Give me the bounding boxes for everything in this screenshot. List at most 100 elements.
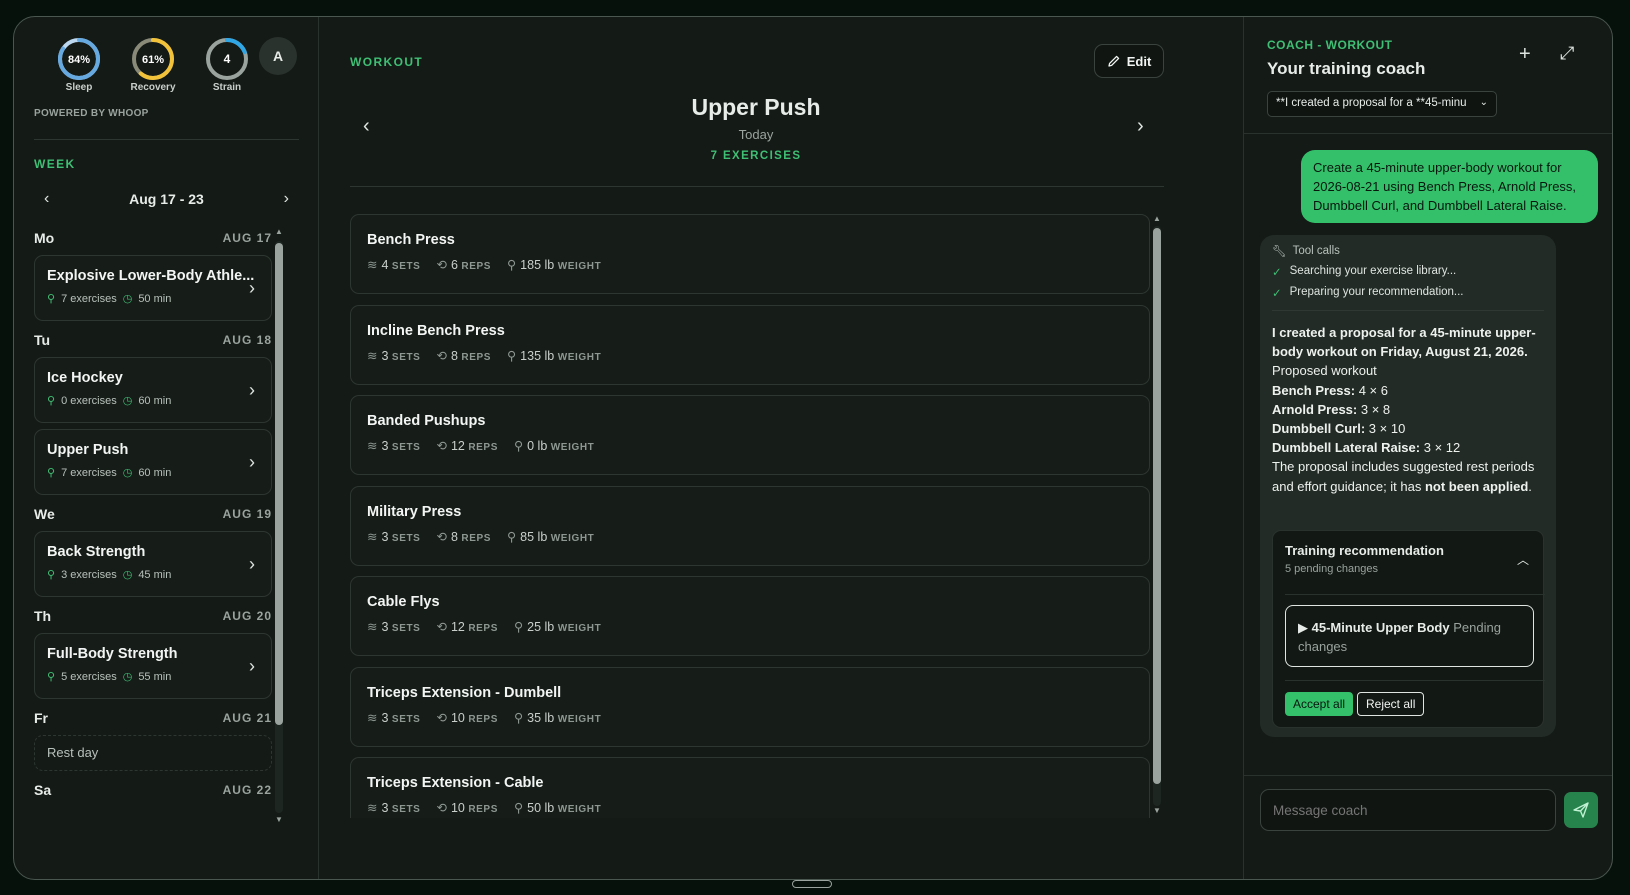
weight-value: 85 lb [520, 529, 548, 544]
reps-unit: REPS [461, 351, 492, 363]
tool-call-item: ✓ Searching your exercise library... [1272, 265, 1544, 279]
training-recommendation: Training recommendation 5 pending change… [1272, 530, 1545, 728]
exercise-scrollbar[interactable]: ▲ ▼ [1151, 214, 1163, 818]
avatar[interactable]: A [259, 37, 297, 75]
day-date: AUG 19 [222, 507, 272, 521]
workout-card[interactable]: Upper Push ⚲ 7 exercises ◷ 60 min › [34, 429, 272, 495]
message-input[interactable] [1260, 789, 1556, 831]
powered-by: POWERED BY WHOOP [34, 108, 149, 119]
reps-value: 12 [450, 620, 465, 634]
workout-card[interactable]: Explosive Lower-Body Athle... ⚲ 7 exerci… [34, 255, 272, 321]
exercise-card[interactable]: Banded Pushups ≋ 3 SETS ⟲ 12 REPS ⚲ 0 lb WEIGH… [350, 395, 1150, 475]
scroll-thumb[interactable] [1153, 228, 1161, 784]
exercise-card[interactable]: Incline Bench Press ≋ 3 SETS ⟲ 8 REPS ⚲ 135 lb… [350, 304, 1150, 385]
sidebar-scrollbar[interactable]: ▲ ▼ [274, 227, 284, 827]
chevron-up-icon[interactable]: ︿ [1517, 551, 1529, 568]
workout-card-title: Upper Push [47, 442, 129, 458]
weight-stat: ⚲ 50 lb WEIGHT [514, 800, 601, 815]
repeat-icon: ⟲ [436, 801, 447, 815]
exercise-count: 3 exercises [61, 568, 117, 581]
workout-card[interactable]: Back Strength ⚲ 3 exercises ◷ 45 min › [34, 531, 272, 597]
scroll-down-icon[interactable]: ▼ [1151, 806, 1163, 815]
proposal-sets: 3 × 12 [1423, 440, 1461, 456]
workout-card[interactable]: Ice Hockey ⚲ 0 exercises ◷ 60 min › [34, 357, 272, 423]
divider [1244, 133, 1612, 134]
workout-card-meta: ⚲ 5 exercises ◷ 55 min [47, 670, 271, 684]
send-button[interactable] [1564, 792, 1598, 828]
scroll-down-icon[interactable]: ▼ [274, 815, 284, 824]
day-date: AUG 22 [222, 783, 272, 797]
proposal-exercise: Arnold Press: [1272, 401, 1358, 417]
weight-stat: ⚲ 0 lb WEIGHT [514, 438, 594, 453]
check-icon: ✓ [1272, 267, 1282, 279]
tool-call-item: ✓ Preparing your recommendation... [1272, 286, 1544, 300]
sets-value: 3 [381, 439, 389, 453]
chevron-down-icon: ⌄ [1479, 97, 1488, 108]
edit-button[interactable]: Edit [1094, 44, 1164, 78]
recovery-ring: 61% [132, 38, 174, 80]
scroll-up-icon[interactable]: ▲ [1151, 214, 1163, 223]
metric-strain[interactable]: 4 Strain [190, 37, 264, 93]
sets-unit: SETS [391, 351, 421, 363]
day-date: AUG 20 [222, 609, 272, 623]
strain-label: Strain [212, 82, 242, 93]
exercise-stats: ≋ 3 SETS ⟲ 12 REPS ⚲ 0 lb WEIGHT [367, 438, 1149, 453]
weight-value: 25 lb [527, 620, 555, 634]
home-indicator[interactable] [792, 880, 832, 888]
duration: 50 min [138, 292, 172, 305]
thread-select[interactable]: **I created a proposal for a **45-minu ⌄ [1267, 91, 1497, 117]
next-week-icon[interactable]: › [284, 190, 289, 208]
divider [34, 139, 299, 140]
exercise-count: 0 exercises [61, 394, 117, 407]
sets-stat: ≋ 3 SETS [367, 710, 420, 725]
layers-icon: ≋ [367, 620, 378, 634]
metric-sleep[interactable]: 84% Sleep [42, 37, 116, 93]
layers-icon: ≋ [367, 801, 378, 815]
reject-all-button[interactable]: Reject all [1357, 692, 1425, 716]
scroll-thumb[interactable] [275, 243, 283, 725]
recovery-label: Recovery [130, 82, 176, 93]
duration: 45 min [138, 568, 172, 581]
proposed-label: Proposed workout [1272, 363, 1377, 379]
exercise-name: Incline Bench Press [367, 322, 505, 339]
prev-week-icon[interactable]: ‹ [44, 190, 49, 208]
sets-unit: SETS [391, 804, 421, 815]
dumbbell-icon: ⚲ [47, 293, 56, 305]
metric-recovery[interactable]: 61% Recovery [116, 37, 190, 93]
day-name: Fr [34, 710, 48, 726]
sets-value: 3 [381, 529, 389, 544]
exercise-card[interactable]: Triceps Extension - Dumbell ≋ 3 SETS ⟲ 10 RE… [350, 666, 1150, 747]
exercise-name: Banded Pushups [367, 413, 486, 429]
clock-icon: ◷ [122, 569, 133, 581]
accept-all-button[interactable]: Accept all [1285, 692, 1354, 716]
week-range: Aug 17 - 23 [129, 191, 204, 207]
weight-stat: ⚲ 85 lb WEIGHT [507, 529, 594, 544]
reps-stat: ⟲ 8 REPS [436, 529, 491, 544]
strain-ring: 4 [206, 38, 248, 80]
sets-value: 4 [381, 258, 389, 272]
sets-stat: ≋ 3 SETS [367, 438, 420, 453]
workout-card-title: Ice Hockey [47, 370, 123, 386]
recommendation-item[interactable]: ▶ 45-Minute Upper Body Pending changes [1285, 605, 1534, 667]
workout-section-label: WORKOUT [350, 55, 424, 69]
workout-card-meta: ⚲ 7 exercises ◷ 60 min [47, 466, 271, 480]
exercise-card[interactable]: Military Press ≋ 3 SETS ⟲ 8 REPS ⚲ 85 lb WEIGH… [350, 485, 1150, 566]
rest-day-card[interactable]: Rest day [34, 735, 272, 771]
proposal-sets: 3 × 10 [1368, 421, 1406, 437]
scroll-up-icon[interactable]: ▲ [274, 227, 284, 236]
week-label: WEEK [34, 157, 76, 171]
day-name: Mo [34, 230, 55, 246]
expand-icon[interactable]: ⤢ [1560, 43, 1574, 64]
day-date: AUG 18 [222, 333, 272, 347]
reps-stat: ⟲ 10 REPS [436, 710, 498, 725]
proposal-sets: 3 × 8 [1360, 401, 1391, 417]
layers-icon: ≋ [367, 439, 378, 453]
workout-card[interactable]: Full-Body Strength ⚲ 5 exercises ◷ 55 mi… [34, 633, 272, 699]
exercise-card[interactable]: Triceps Extension - Cable ≋ 3 SETS ⟲ 10 REPS… [350, 757, 1150, 818]
proposal-line: Dumbbell Curl: 3 × 10 [1272, 419, 1544, 438]
dumbbell-icon: ⚲ [513, 620, 524, 634]
exercise-card[interactable]: Bench Press ≋ 4 SETS ⟲ 6 REPS ⚲ 185 lb WEIGHT [350, 214, 1150, 294]
response-outro: The proposal includes suggested rest per… [1272, 457, 1544, 495]
exercise-card[interactable]: Cable Flys ≋ 3 SETS ⟲ 12 REPS ⚲ 25 lb WEIGHT [350, 576, 1150, 656]
new-chat-icon[interactable]: + [1519, 43, 1531, 66]
